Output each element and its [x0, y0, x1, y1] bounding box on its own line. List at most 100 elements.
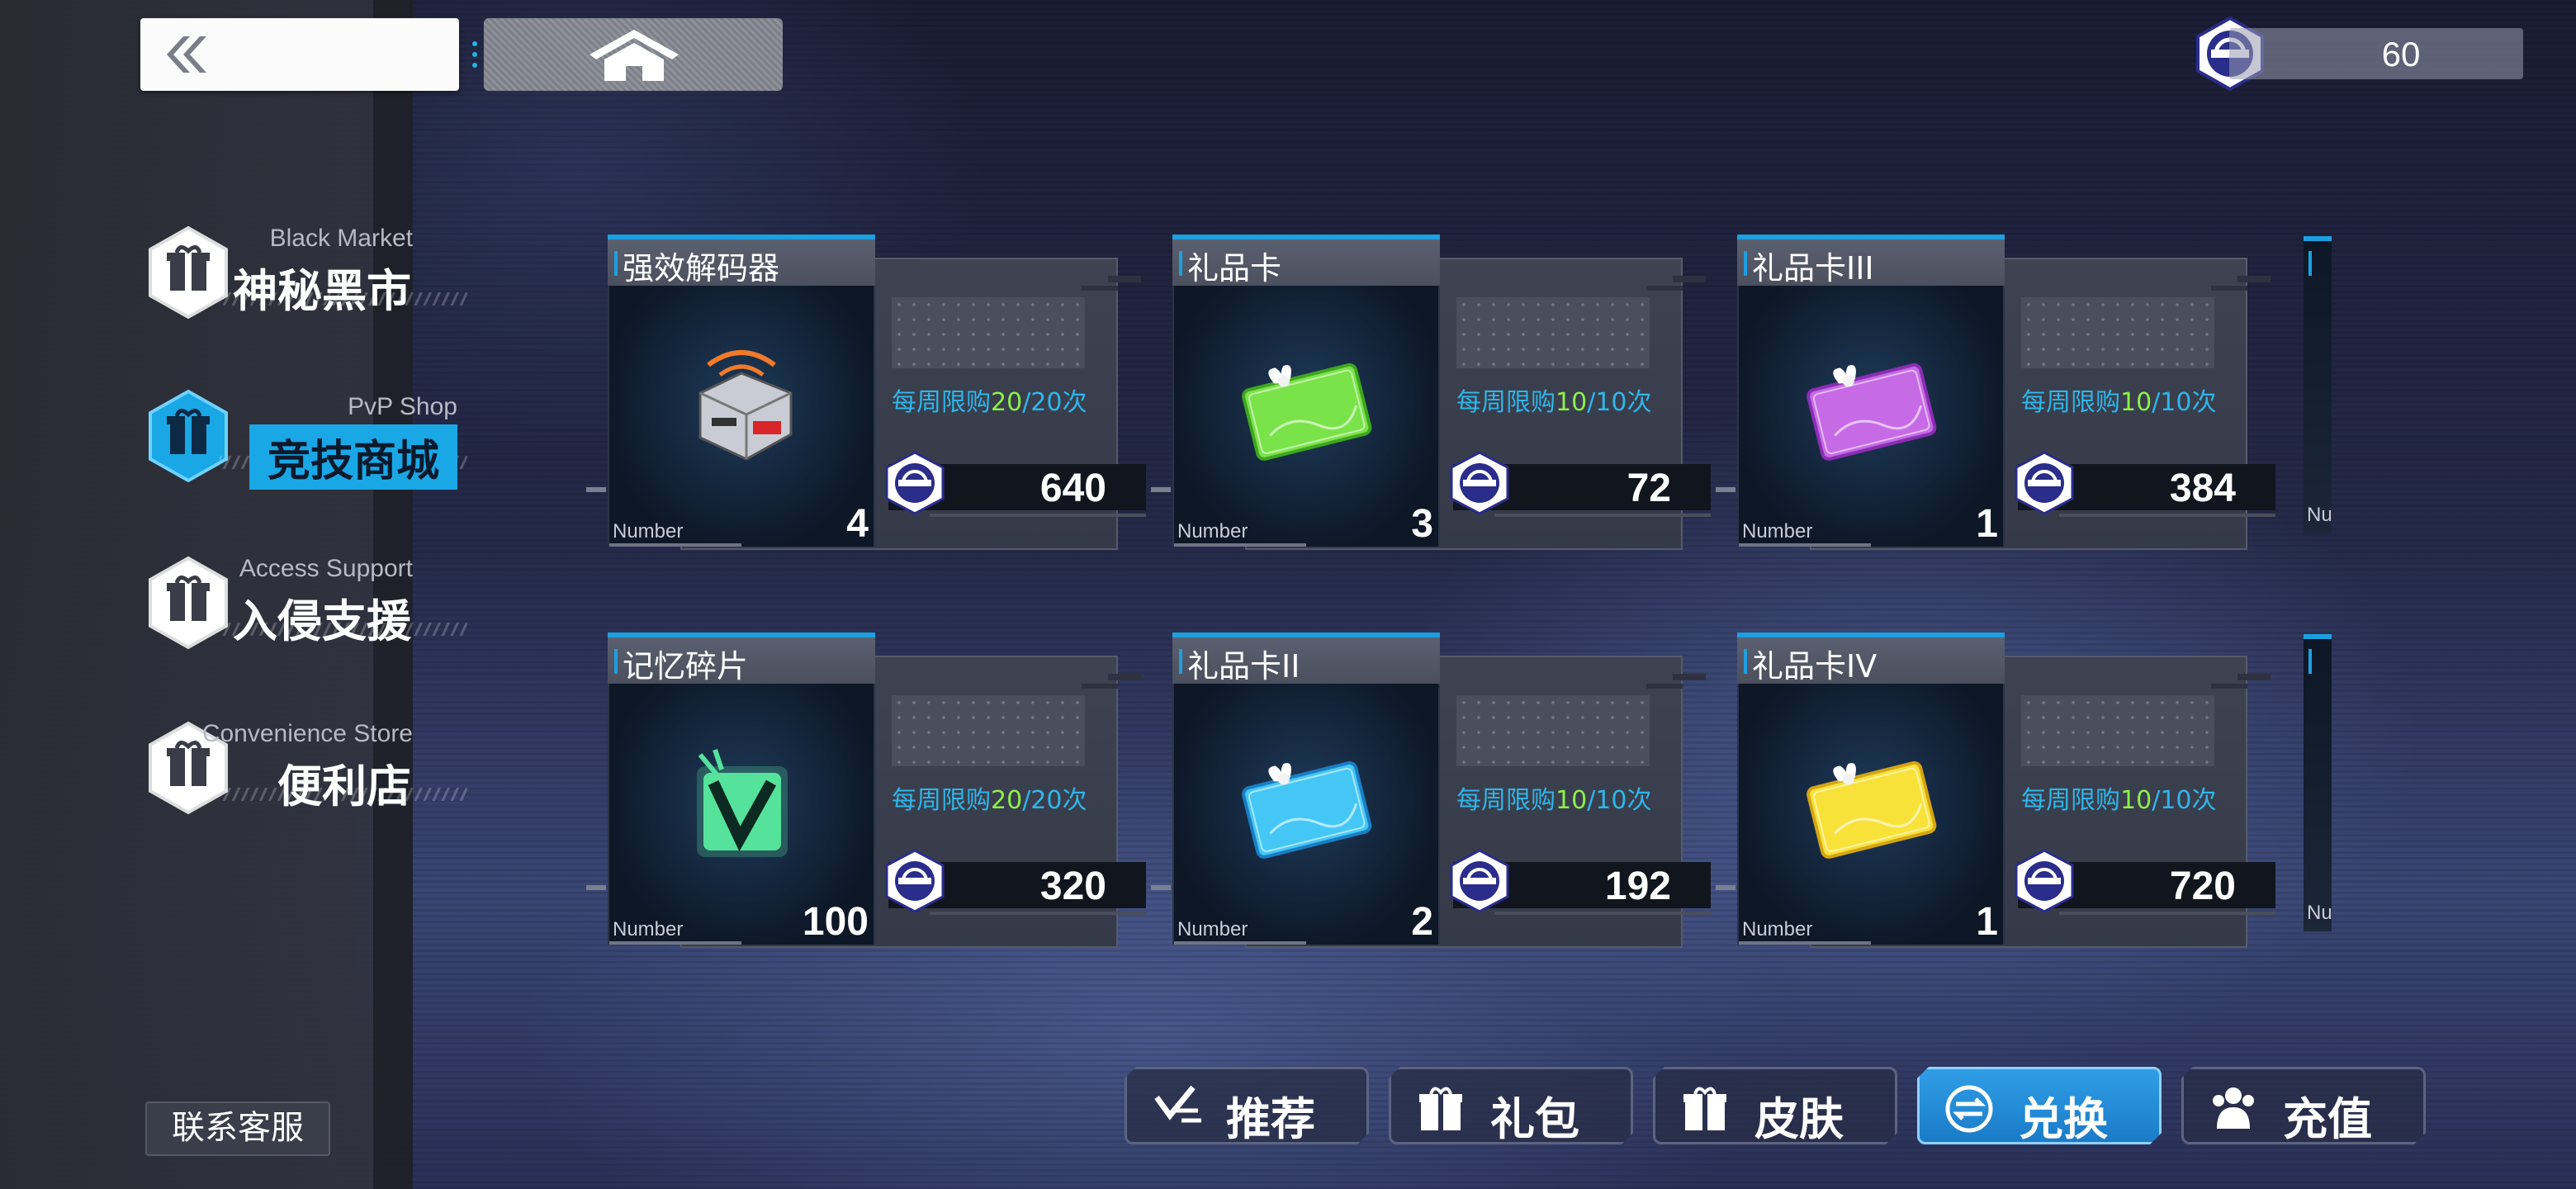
- shop-item-card[interactable]: 礼品卡 Number 3 每周限购10/10次 72: [1151, 234, 1750, 565]
- home-icon: [590, 30, 679, 81]
- item-price: 640: [1039, 467, 1106, 510]
- weekly-limit-text: 每周限购10/10次: [2021, 388, 2217, 417]
- item-title-bar: 礼品卡III: [1737, 234, 2005, 287]
- limit-used: 10: [1556, 388, 1588, 417]
- number-label: Number: [1742, 520, 1813, 542]
- item-price: 72: [1627, 467, 1671, 510]
- number-label: Number: [2307, 504, 2332, 526]
- item-title-bar: 礼品卡: [1172, 234, 1440, 287]
- dot-pattern-panel: [1456, 297, 1650, 368]
- tab-exchange[interactable]: 兑换: [1917, 1067, 2162, 1144]
- shop-hex-icon: [149, 225, 228, 320]
- shop-item-card[interactable]: 礼品卡II Number 2 每周限购10/10次 192: [1151, 632, 1750, 963]
- tab-label: 礼包: [1490, 1093, 1579, 1145]
- tab-recommend[interactable]: 推荐: [1125, 1067, 1369, 1144]
- weekly-limit-text: 每周限购10/10次: [2021, 786, 2217, 815]
- item-image-box[interactable]: Number 1: [1737, 684, 2005, 945]
- shop-item-card[interactable]: 礼品卡III Number 1 每周限购10/10次 384: [1716, 234, 2315, 565]
- home-button[interactable]: [472, 18, 783, 91]
- number-label: Number: [1177, 520, 1248, 542]
- nav-item-access-support[interactable]: Access Support 入侵支援: [145, 555, 467, 662]
- currency-amount: 60: [2381, 35, 2421, 73]
- dot-pattern-panel: [892, 297, 1085, 368]
- item-image-box[interactable]: Number 2: [1172, 684, 1440, 945]
- currency-icon: [2015, 451, 2074, 515]
- shop-hex-icon: [149, 556, 228, 650]
- nav-item-zh-label: 入侵支援: [233, 595, 411, 647]
- nav-item-zh-label: 神秘黑市: [233, 265, 411, 317]
- back-button[interactable]: [140, 18, 459, 91]
- tab-skin[interactable]: 皮肤: [1653, 1067, 1897, 1144]
- dot-pattern-panel: [1456, 695, 1650, 766]
- item-quantity: 4: [846, 502, 869, 546]
- item-price: 720: [2169, 865, 2236, 908]
- tab-label: 皮肤: [1754, 1093, 1844, 1145]
- item-image-box[interactable]: Number 4: [608, 286, 875, 547]
- tab-label: 充值: [2283, 1093, 2372, 1145]
- contact-support-button[interactable]: 联系客服: [145, 1101, 330, 1156]
- limit-used: 20: [991, 786, 1023, 815]
- double-chevron-left-icon: [167, 36, 206, 73]
- item-quantity: 100: [802, 900, 869, 944]
- item-title-bar: 强效解码器: [608, 234, 875, 287]
- gift-card-green-icon: [1242, 362, 1372, 461]
- nav-item-convenience-store[interactable]: Convenience Store 便利店: [145, 720, 467, 827]
- item-image-box[interactable]: Number 100: [608, 684, 875, 945]
- item-name: 礼品卡II: [1187, 648, 1300, 685]
- nav-item-en-label: Access Support: [239, 555, 413, 582]
- tab-recharge[interactable]: 充值: [2181, 1067, 2426, 1144]
- item-quantity: 2: [1411, 900, 1433, 944]
- dot-pattern-panel: [892, 695, 1085, 766]
- dot-pattern-panel: [2021, 695, 2214, 766]
- item-title-bar: 礼品卡IV: [1737, 632, 2005, 685]
- weekly-limit-text: 每周限购20/20次: [892, 786, 1087, 815]
- exchange-icon: [1944, 1082, 1996, 1134]
- gift-box-icon: [1680, 1082, 1731, 1134]
- weekly-limit-text: 每周限购20/20次: [892, 388, 1087, 417]
- shop-item-card-partial[interactable]: Number: [2304, 634, 2332, 931]
- item-name: 强效解码器: [623, 250, 780, 287]
- nav-item-black-market[interactable]: Black Market 神秘黑市: [145, 225, 467, 332]
- gift-box-icon: [1416, 1082, 1467, 1134]
- nav-item-zh-label: 便利店: [277, 760, 411, 812]
- currency-icon: [2015, 849, 2074, 913]
- currency-icon: [885, 849, 945, 913]
- nav-item-en-label: PvP Shop: [348, 393, 457, 420]
- item-image-box[interactable]: Number 1: [1737, 286, 2005, 547]
- item-price: 384: [2169, 467, 2236, 510]
- item-name: 记忆碎片: [623, 648, 749, 685]
- number-label: Number: [2307, 902, 2332, 924]
- currency-icon: [885, 451, 945, 515]
- users-icon: [2209, 1082, 2260, 1134]
- item-image-box[interactable]: Number 3: [1172, 286, 1440, 547]
- shop-item-card-partial[interactable]: Number: [2304, 236, 2332, 533]
- limit-used: 20: [991, 388, 1023, 417]
- tab-bundle[interactable]: 礼包: [1389, 1067, 1633, 1144]
- number-label: Number: [1742, 918, 1813, 940]
- shop-item-card[interactable]: 礼品卡IV Number 1 每周限购10/10次 720: [1716, 632, 2315, 963]
- item-name: 礼品卡: [1187, 250, 1282, 287]
- item-title-bar: 礼品卡II: [1172, 632, 1440, 685]
- limit-used: 10: [2120, 388, 2152, 417]
- shop-item-card[interactable]: 记忆碎片 Number 100 每周限购20/20次 320: [586, 632, 1186, 963]
- nav-item-pvp-shop[interactable]: PvP Shop 竞技商城: [145, 388, 467, 495]
- item-quantity: 3: [1411, 502, 1433, 546]
- decoder-icon: [698, 350, 793, 461]
- dot-pattern-panel: [2021, 297, 2214, 368]
- currency-icon: [1450, 451, 1509, 515]
- item-quantity: 1: [1976, 502, 1998, 546]
- tab-label: 推荐: [1226, 1093, 1315, 1145]
- item-name: 礼品卡III: [1752, 250, 1874, 287]
- shop-item-card[interactable]: 强效解码器 Number 4 每周限购20/20次 640: [586, 234, 1186, 565]
- limit-used: 10: [2120, 786, 2152, 815]
- gift-card-blue-icon: [1242, 760, 1372, 859]
- item-price: 192: [1604, 865, 1671, 908]
- item-name: 礼品卡IV: [1752, 648, 1878, 685]
- item-quantity: 1: [1976, 900, 1998, 944]
- nav-item-en-label: Black Market: [269, 225, 413, 252]
- memory-fragment-icon: [697, 749, 788, 857]
- nav-item-en-label: Convenience Store: [201, 720, 413, 747]
- weekly-limit-text: 每周限购10/10次: [1456, 786, 1652, 815]
- gift-card-yellow-icon: [1807, 760, 1937, 859]
- currency-amount-bar: 60: [2229, 28, 2523, 79]
